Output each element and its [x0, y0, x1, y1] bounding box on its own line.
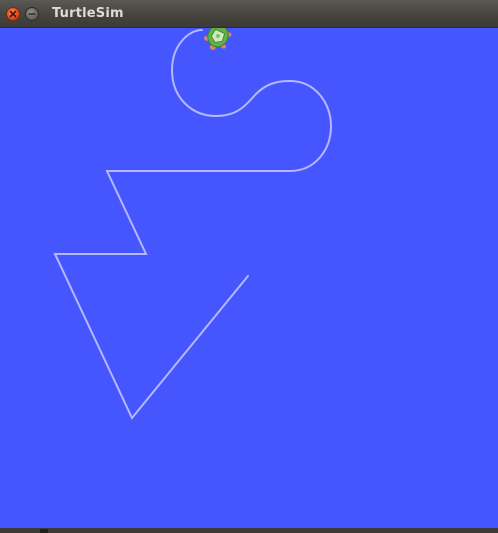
turtle-canvas	[0, 28, 498, 528]
bottom-edge	[0, 528, 498, 533]
drawing-surface	[53, 28, 333, 420]
title-bar[interactable]: TurtleSim	[0, 0, 498, 28]
close-icon	[9, 10, 17, 18]
turtle-icon	[204, 28, 232, 50]
window-title: TurtleSim	[52, 6, 124, 21]
turtlesim-window: TurtleSim	[0, 0, 498, 533]
minimize-button[interactable]	[25, 7, 39, 21]
resize-handle[interactable]	[40, 529, 48, 533]
pen-trail	[53, 29, 333, 420]
close-button[interactable]	[6, 7, 20, 21]
minimize-icon	[28, 13, 36, 15]
